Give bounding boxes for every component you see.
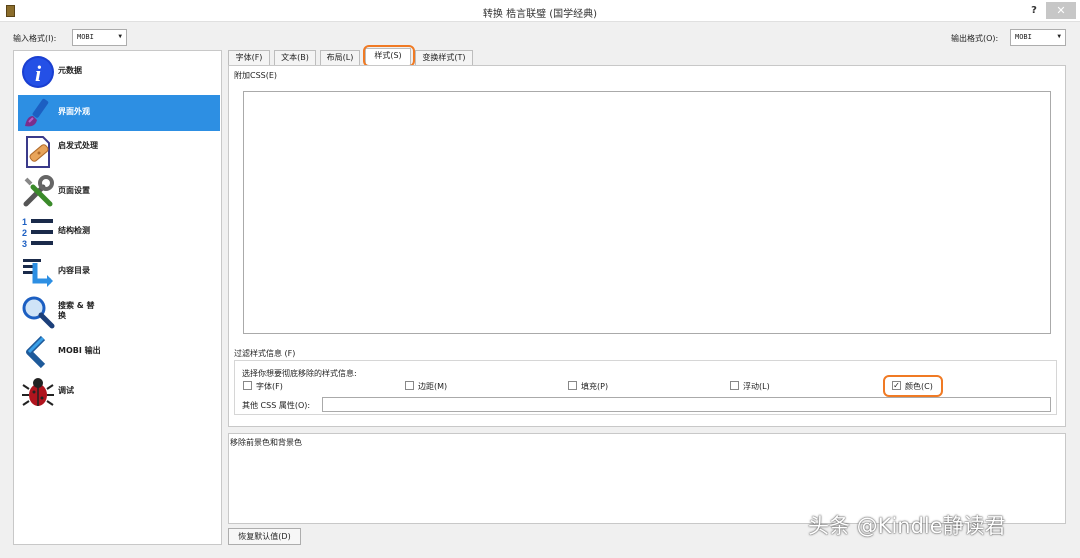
magnifier-icon — [21, 295, 55, 329]
checkbox-box[interactable] — [730, 381, 739, 390]
output-format-label: 输出格式(O): — [951, 34, 999, 43]
extra-css-textarea[interactable] — [243, 91, 1051, 334]
tab-text[interactable]: 文本(B) — [274, 50, 316, 65]
checkbox-highlight-annotation — [883, 375, 943, 397]
sidebar-item-search-replace[interactable]: 搜索 & 替换 — [18, 294, 220, 330]
sidebar-item-structure[interactable]: 123 结构检测 — [18, 214, 220, 250]
input-format-value: MOBI — [77, 33, 94, 41]
filter-style-label: 过滤样式信息 (F) — [234, 349, 296, 358]
svg-text:i: i — [35, 61, 42, 86]
chevron-down-icon: ▼ — [118, 33, 122, 40]
tab-transform-styles[interactable]: 变换样式(T) — [415, 50, 473, 65]
sidebar-item-label: 启发式处理 — [58, 141, 98, 150]
close-button[interactable]: ✕ — [1046, 2, 1076, 19]
svg-text:2: 2 — [22, 228, 27, 238]
numbered-list-icon: 123 — [21, 215, 55, 249]
bug-icon — [21, 375, 55, 409]
sidebar-item-label: 元数据 — [58, 66, 82, 75]
info-icon: i — [21, 55, 55, 89]
toc-icon — [21, 255, 55, 289]
chevron-down-icon: ▼ — [1057, 33, 1061, 40]
sidebar-item-label: 内容目录 — [58, 266, 90, 275]
tab-highlight-annotation — [363, 45, 415, 67]
help-text: 移除前景色和背景色 — [230, 438, 302, 447]
title-bar: 转换 梏言联璧 (国学经典) ? ✕ — [0, 0, 1080, 22]
input-format-label: 输入格式(I): — [13, 34, 57, 43]
sidebar-item-label: 页面设置 — [58, 186, 90, 195]
sidebar-item-look-feel[interactable]: 界面外观 — [18, 95, 220, 131]
paintbrush-icon — [21, 96, 55, 130]
tools-icon — [21, 175, 55, 209]
sidebar-item-label: MOBI 输出 — [58, 346, 101, 355]
tab-fonts[interactable]: 字体(F) — [228, 50, 270, 65]
sidebar-item-mobi-output[interactable]: MOBI 输出 — [18, 334, 220, 370]
watermark-text: 头条 @Kindle静读君 — [808, 514, 1006, 538]
checkbox-label: 填充(P) — [581, 382, 609, 391]
checkbox-label: 字体(F) — [256, 382, 283, 391]
extra-css-label: 附加CSS(E) — [234, 71, 278, 80]
sidebar-item-label: 调试 — [58, 386, 74, 395]
sidebar-item-heuristics[interactable]: 启发式处理 — [18, 134, 220, 170]
sidebar-item-debug[interactable]: 调试 — [18, 374, 220, 410]
checkbox-box[interactable] — [405, 381, 414, 390]
window-title: 转换 梏言联璧 (国学经典) — [482, 9, 598, 20]
checkbox-label: 边距(M) — [418, 382, 448, 391]
sidebar-item-page-setup[interactable]: 页面设置 — [18, 174, 220, 210]
sidebar-item-metadata[interactable]: i 元数据 — [18, 54, 220, 90]
help-button[interactable]: ? — [1026, 3, 1042, 19]
chevron-left-icon — [21, 335, 55, 369]
filter-style-sublabel: 选择你想要彻底移除的样式信息: — [242, 369, 357, 378]
input-format-select[interactable]: MOBI ▼ — [72, 29, 127, 46]
document-bandage-icon — [21, 135, 55, 169]
output-format-select[interactable]: MOBI ▼ — [1010, 29, 1066, 46]
other-css-input[interactable] — [322, 397, 1051, 412]
checkbox-box[interactable] — [243, 381, 252, 390]
output-format-value: MOBI — [1015, 33, 1032, 41]
restore-defaults-button[interactable]: 恢复默认值(D) — [228, 528, 301, 545]
tab-layout[interactable]: 布局(L) — [320, 50, 360, 65]
svg-text:3: 3 — [22, 239, 27, 249]
sidebar: i 元数据 界面外观 启发式处理 页面设置 123 结构检测 内容目录 搜索 &… — [13, 50, 222, 545]
sidebar-item-label: 搜索 & 替换 — [58, 301, 95, 320]
sidebar-item-toc[interactable]: 内容目录 — [18, 254, 220, 290]
sidebar-item-label: 界面外观 — [58, 107, 90, 116]
checkbox-label: 浮动(L) — [743, 382, 770, 391]
sidebar-item-label: 结构检测 — [58, 226, 90, 235]
checkbox-box[interactable] — [568, 381, 577, 390]
other-css-label: 其他 CSS 属性(O): — [242, 401, 311, 410]
svg-text:1: 1 — [22, 217, 27, 227]
